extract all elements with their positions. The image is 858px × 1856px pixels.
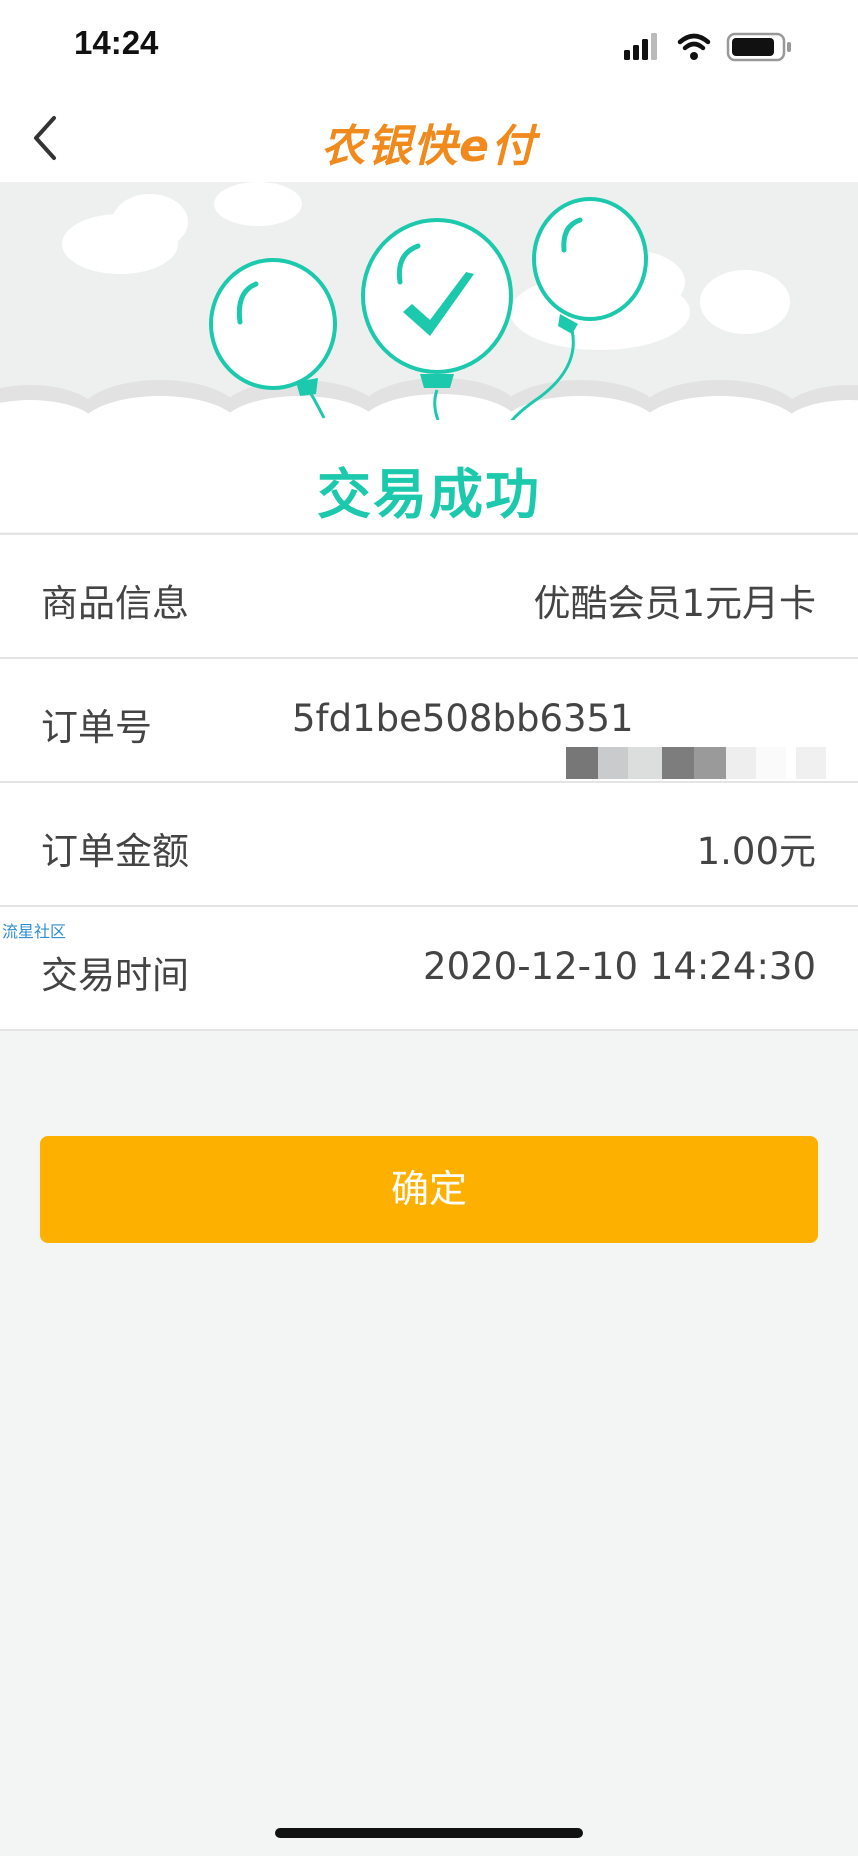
time-value: 2020-12-10 14:24:30: [423, 945, 816, 988]
app-logo: 农银快e付: [321, 121, 537, 172]
redaction-mask: [566, 703, 826, 779]
success-title: 交易成功: [317, 463, 541, 526]
product-label: 商品信息: [41, 582, 189, 625]
confirm-button[interactable]: 确定: [40, 1136, 818, 1243]
status-bar: 14:24: [0, 0, 858, 96]
nav-bar: 农银快e付: [0, 96, 858, 182]
order-info-list: 商品信息 优酷会员1元月卡 订单号 5fd1be508bb6351 订单金额 1…: [0, 533, 858, 1031]
info-row-amount: 订单金额 1.00元: [0, 781, 858, 905]
product-value: 优酷会员1元月卡: [533, 582, 816, 625]
watermark: 流星社区: [2, 922, 67, 941]
home-indicator[interactable]: [275, 1828, 583, 1838]
wifi-icon: [677, 33, 711, 60]
info-row-product: 商品信息 优酷会员1元月卡: [0, 533, 858, 657]
signal-icon: [624, 33, 657, 60]
status-icons: [624, 32, 791, 62]
check-balloon-icon: [361, 218, 513, 388]
amount-label: 订单金额: [41, 830, 189, 873]
balloon-icon: [209, 258, 337, 396]
order-number-label: 订单号: [41, 706, 152, 749]
status-time: 14:24: [74, 24, 159, 61]
time-label: 交易时间: [41, 954, 189, 997]
amount-value: 1.00元: [696, 830, 816, 873]
info-row-order-number: 订单号 5fd1be508bb6351: [0, 657, 858, 781]
battery-icon: [726, 32, 791, 62]
info-row-time: 交易时间 2020-12-10 14:24:30: [0, 905, 858, 1031]
